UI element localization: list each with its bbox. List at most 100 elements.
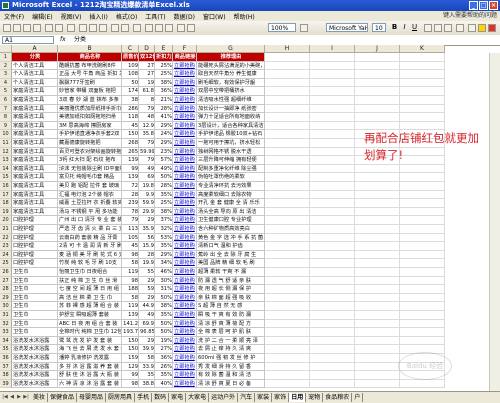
table-cell[interactable]: 99 <box>122 371 139 380</box>
table-cell[interactable]: 浴洗发水沐浴露 <box>12 379 58 389</box>
empty-cell[interactable] <box>355 233 400 243</box>
table-cell[interactable]: 29 <box>139 276 155 286</box>
table-cell[interactable]: 美国 品牌 精 细 软 毛 刷 <box>197 259 265 268</box>
table-cell[interactable]: 秀 发 细 滑 持 久 留 香 <box>197 362 265 372</box>
align-center-icon[interactable] <box>434 24 442 32</box>
row-number[interactable]: 2 <box>0 61 12 71</box>
empty-cell[interactable] <box>400 199 445 208</box>
formula-input[interactable]: 分类 <box>74 35 86 45</box>
table-cell[interactable]: ABC 日 夜 用 组 合 套 装 <box>58 319 122 329</box>
empty-cell[interactable] <box>310 293 355 303</box>
buy-link[interactable]: 立即抢购 <box>173 336 197 346</box>
table-cell[interactable]: 七 度 空 间 超 薄 日 用 组 合 <box>58 285 122 294</box>
table-cell[interactable]: 家庭清洁工具 <box>12 199 58 208</box>
hyperlink-icon[interactable] <box>133 24 141 32</box>
empty-cell[interactable] <box>310 164 355 174</box>
table-cell[interactable]: 159 <box>122 354 139 363</box>
empty-cell[interactable] <box>400 276 445 286</box>
table-cell[interactable]: 家庭清洁工具 <box>12 182 58 191</box>
table-cell[interactable]: S 超 薄 自 然 无 感 <box>197 302 265 311</box>
row-number[interactable]: 39 <box>0 379 12 389</box>
sheet-tab[interactable]: 家饰 <box>272 393 290 402</box>
empty-cell[interactable] <box>265 216 310 225</box>
table-cell[interactable]: 卫生巾 <box>12 302 58 311</box>
table-cell[interactable]: 加长设计一抽即净 纸张密 <box>197 104 265 114</box>
buy-link[interactable]: 立即抢购 <box>173 207 197 217</box>
table-cell[interactable]: 口腔护理 <box>12 225 58 234</box>
empty-cell[interactable] <box>400 319 445 329</box>
table-cell[interactable]: 汤马 不锈钢 平 甩 多功能 <box>58 207 122 217</box>
empty-cell[interactable] <box>400 70 445 79</box>
table-cell[interactable]: 家庭清洁工具 <box>12 173 58 182</box>
sheet-tab[interactable]: 数码 <box>152 393 170 402</box>
table-cell[interactable]: 海 飞 丝 去 屑 洗 发 水 套 装 <box>58 345 122 354</box>
table-cell[interactable]: 美丽雅优质加厚纸排手折巾 <box>58 104 122 114</box>
table-cell[interactable]: 35% <box>155 242 173 251</box>
borders-icon[interactable] <box>468 24 476 32</box>
empty-cell[interactable] <box>355 259 400 268</box>
print-preview-icon[interactable] <box>55 24 63 32</box>
buy-link[interactable]: 立即抢购 <box>173 121 197 131</box>
table-cell[interactable]: 265 <box>122 147 139 157</box>
table-cell[interactable]: 96.85 <box>139 328 155 337</box>
help-question-box[interactable]: 键入需要帮助的问题 <box>443 11 497 21</box>
empty-cell[interactable] <box>400 302 445 311</box>
buy-link[interactable]: 立即抢购 <box>173 225 197 234</box>
empty-cell[interactable] <box>310 371 355 380</box>
empty-cell[interactable] <box>355 293 400 303</box>
table-cell[interactable]: 35.8 <box>139 130 155 139</box>
column-header[interactable]: I <box>310 45 355 53</box>
table-cell[interactable]: 家庭清洁工具 <box>12 156 58 165</box>
row-number[interactable]: 34 <box>0 336 12 346</box>
row-number[interactable]: 11 <box>0 139 12 148</box>
empty-cell[interactable] <box>355 242 400 251</box>
underline-button[interactable]: U <box>410 23 419 32</box>
table-cell[interactable]: 109 <box>122 61 139 71</box>
table-cell[interactable]: 正品 大号 牛角 商品 折扣 发 <box>58 70 122 79</box>
sheet-tab[interactable]: 家电 <box>169 393 187 402</box>
buy-link[interactable]: 立即抢购 <box>173 190 197 200</box>
sheet-tab[interactable]: 食品粮农 <box>323 393 353 402</box>
table-cell[interactable]: 50% <box>155 173 173 182</box>
table-cell[interactable]: 21% <box>155 96 173 105</box>
buy-link[interactable]: 立即抢购 <box>173 96 197 105</box>
table-cell[interactable]: 37% <box>155 216 173 225</box>
table-cell[interactable]: 15.9 <box>139 242 155 251</box>
sheet-tab[interactable]: 宠物 <box>306 393 324 402</box>
table-cell[interactable]: 浴洗发水沐浴露 <box>12 371 58 380</box>
buy-link[interactable]: 立即抢购 <box>173 354 197 363</box>
table-cell[interactable]: 139 <box>122 173 139 182</box>
empty-cell[interactable] <box>265 173 310 182</box>
buy-link[interactable]: 立即抢购 <box>173 164 197 174</box>
empty-cell[interactable] <box>355 362 400 372</box>
buy-link[interactable]: 立即抢购 <box>173 199 197 208</box>
table-cell[interactable]: 28 <box>122 190 139 200</box>
table-cell[interactable]: 69 <box>139 173 155 182</box>
table-cell[interactable]: 浒沫 无包装除尘刷 ID平面板 <box>58 164 122 174</box>
row-number[interactable]: 31 <box>0 311 12 320</box>
table-cell[interactable]: 舒 肤 佳 沐 浴 露 大 瓶 装 <box>58 371 122 380</box>
buy-link[interactable]: 立即抢购 <box>173 147 197 157</box>
last-sheet-icon[interactable]: ▶| <box>23 394 29 401</box>
empty-cell[interactable] <box>355 61 400 71</box>
row-number[interactable]: 21 <box>0 225 12 234</box>
column-header[interactable]: B <box>58 45 122 53</box>
column-header[interactable]: H <box>265 45 310 53</box>
table-cell[interactable]: 19 <box>139 78 155 88</box>
table-cell[interactable]: 58 <box>122 293 139 303</box>
table-cell[interactable]: 29.9 <box>139 207 155 217</box>
row-number[interactable]: 10 <box>0 130 12 139</box>
table-cell[interactable]: 19.9 <box>139 259 155 268</box>
save-icon[interactable] <box>23 24 31 32</box>
table-cell[interactable]: 98 <box>122 250 139 260</box>
empty-cell[interactable] <box>265 345 310 354</box>
table-cell[interactable]: 72 <box>122 182 139 191</box>
table-cell[interactable]: 潘婷 乳液修护 洗发露 <box>58 354 122 363</box>
next-sheet-icon[interactable]: ▶ <box>16 394 22 401</box>
copy-icon[interactable] <box>89 24 97 32</box>
empty-cell[interactable] <box>400 268 445 277</box>
table-cell[interactable]: 79 <box>139 104 155 114</box>
buy-link[interactable]: 立即抢购 <box>173 87 197 96</box>
empty-cell[interactable] <box>310 285 355 294</box>
table-cell[interactable]: 108 <box>122 70 139 79</box>
